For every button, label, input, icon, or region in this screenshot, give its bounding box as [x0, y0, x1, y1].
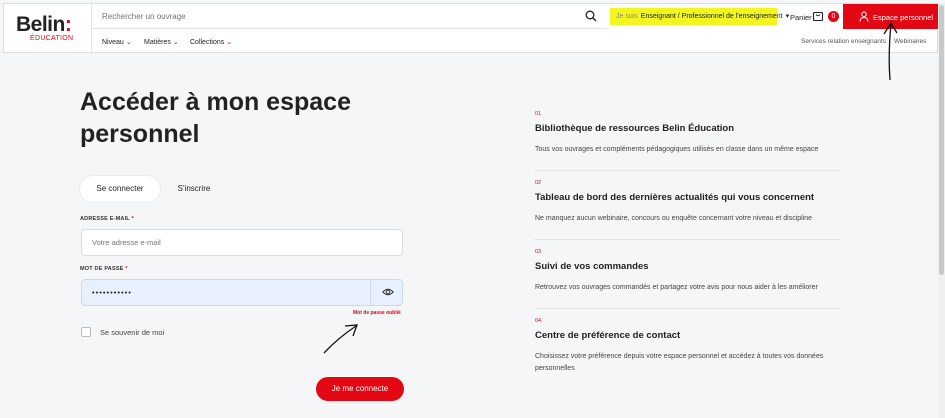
password-label: MOT DE PASSE *	[80, 266, 128, 272]
arrow-annotation	[323, 325, 357, 354]
nav-item-matieres[interactable]: Matières ⌄	[144, 38, 179, 46]
chevron-down-icon: ⌄	[172, 39, 179, 46]
divider	[535, 308, 840, 309]
remember-checkbox[interactable]	[81, 327, 91, 337]
search-icon[interactable]	[585, 10, 597, 22]
profile-value: Enseignant / Professionnel de l'enseigne…	[640, 13, 783, 20]
required-mark: *	[131, 216, 134, 222]
user-icon	[859, 11, 869, 22]
arrow-head	[344, 324, 358, 337]
logo-colon: :	[64, 13, 72, 36]
page-title: Accéder à mon espace personnel	[80, 88, 351, 148]
email-field[interactable]	[81, 229, 403, 256]
eye-icon	[382, 288, 394, 296]
nav-link-webinaires[interactable]: Webinaires	[894, 38, 926, 45]
cart-icon	[812, 11, 824, 22]
feature-description: Tous vos ouvrages et compléments pédagog…	[535, 146, 819, 153]
nav-link-services[interactable]: Services relation enseignants	[801, 38, 886, 45]
email-label: ADRESSE E-MAIL *	[80, 216, 134, 222]
divider	[535, 170, 840, 171]
feature-number: 04	[535, 318, 542, 324]
chevron-down-icon: ⌄	[125, 39, 132, 46]
search-input[interactable]	[102, 9, 572, 24]
feature-description: Retrouvez vos ouvrages commandés et part…	[535, 284, 818, 291]
show-password-button[interactable]	[370, 279, 403, 306]
nav-item-niveau[interactable]: Niveau ⌄	[102, 38, 132, 46]
account-button[interactable]: Espace personnel	[843, 4, 938, 29]
account-button-label: Espace personnel	[873, 13, 934, 22]
site-header: Belin: ÉDUCATION Je suisEnseignant / Pro…	[3, 3, 938, 53]
search-bar	[92, 4, 607, 29]
feature-title: Centre de préférence de contact	[535, 330, 681, 341]
remember-label: Se souvenir de moi	[100, 328, 165, 337]
feature-title: Tableau de bord des dernières actualités…	[535, 192, 815, 203]
feature-description: Ne manquez aucun webinaire, concours ou …	[535, 215, 813, 222]
chevron-down-icon: ⌄	[226, 39, 233, 46]
page: Belin: ÉDUCATION Je suisEnseignant / Pro…	[0, 0, 945, 418]
cart-label: Panier	[790, 13, 812, 22]
feature-title: Bibliothèque de ressources Belin Éducati…	[535, 123, 735, 134]
cart-count-badge: 0	[828, 11, 839, 22]
logo-subtitle: ÉDUCATION	[30, 35, 74, 42]
tab-login[interactable]: Se connecter	[80, 176, 160, 202]
cart-button[interactable]: Panier 0	[784, 4, 842, 29]
nav-item-collections[interactable]: Collections ⌄	[190, 38, 232, 46]
scrollbar-thumb[interactable]	[939, 5, 944, 275]
feature-number: 02	[535, 180, 542, 186]
feature-number: 03	[535, 249, 542, 255]
login-button[interactable]: Je me connecte	[316, 377, 404, 401]
feature-description: Choisissez votre préférence depuis votre…	[535, 353, 824, 372]
divider	[535, 239, 840, 240]
auth-tabs: Se connecter S'inscrire	[80, 176, 260, 202]
feature-title: Suivi de vos commandes	[535, 261, 649, 272]
tab-signup[interactable]: S'inscrire	[166, 176, 222, 202]
belin-logo[interactable]: Belin: ÉDUCATION	[4, 4, 92, 52]
required-mark: *	[125, 266, 128, 272]
forgot-password-link[interactable]: Mot de passe oublié	[353, 310, 401, 316]
profile-prefix: Je suis	[616, 13, 638, 20]
password-field[interactable]	[81, 279, 403, 306]
logo-text: Belin	[16, 13, 65, 36]
profile-select[interactable]: Je suis Enseignant / Professionnel de l'e…	[610, 8, 789, 25]
feature-number: 01	[535, 111, 542, 117]
scrollbar[interactable]	[938, 3, 945, 418]
